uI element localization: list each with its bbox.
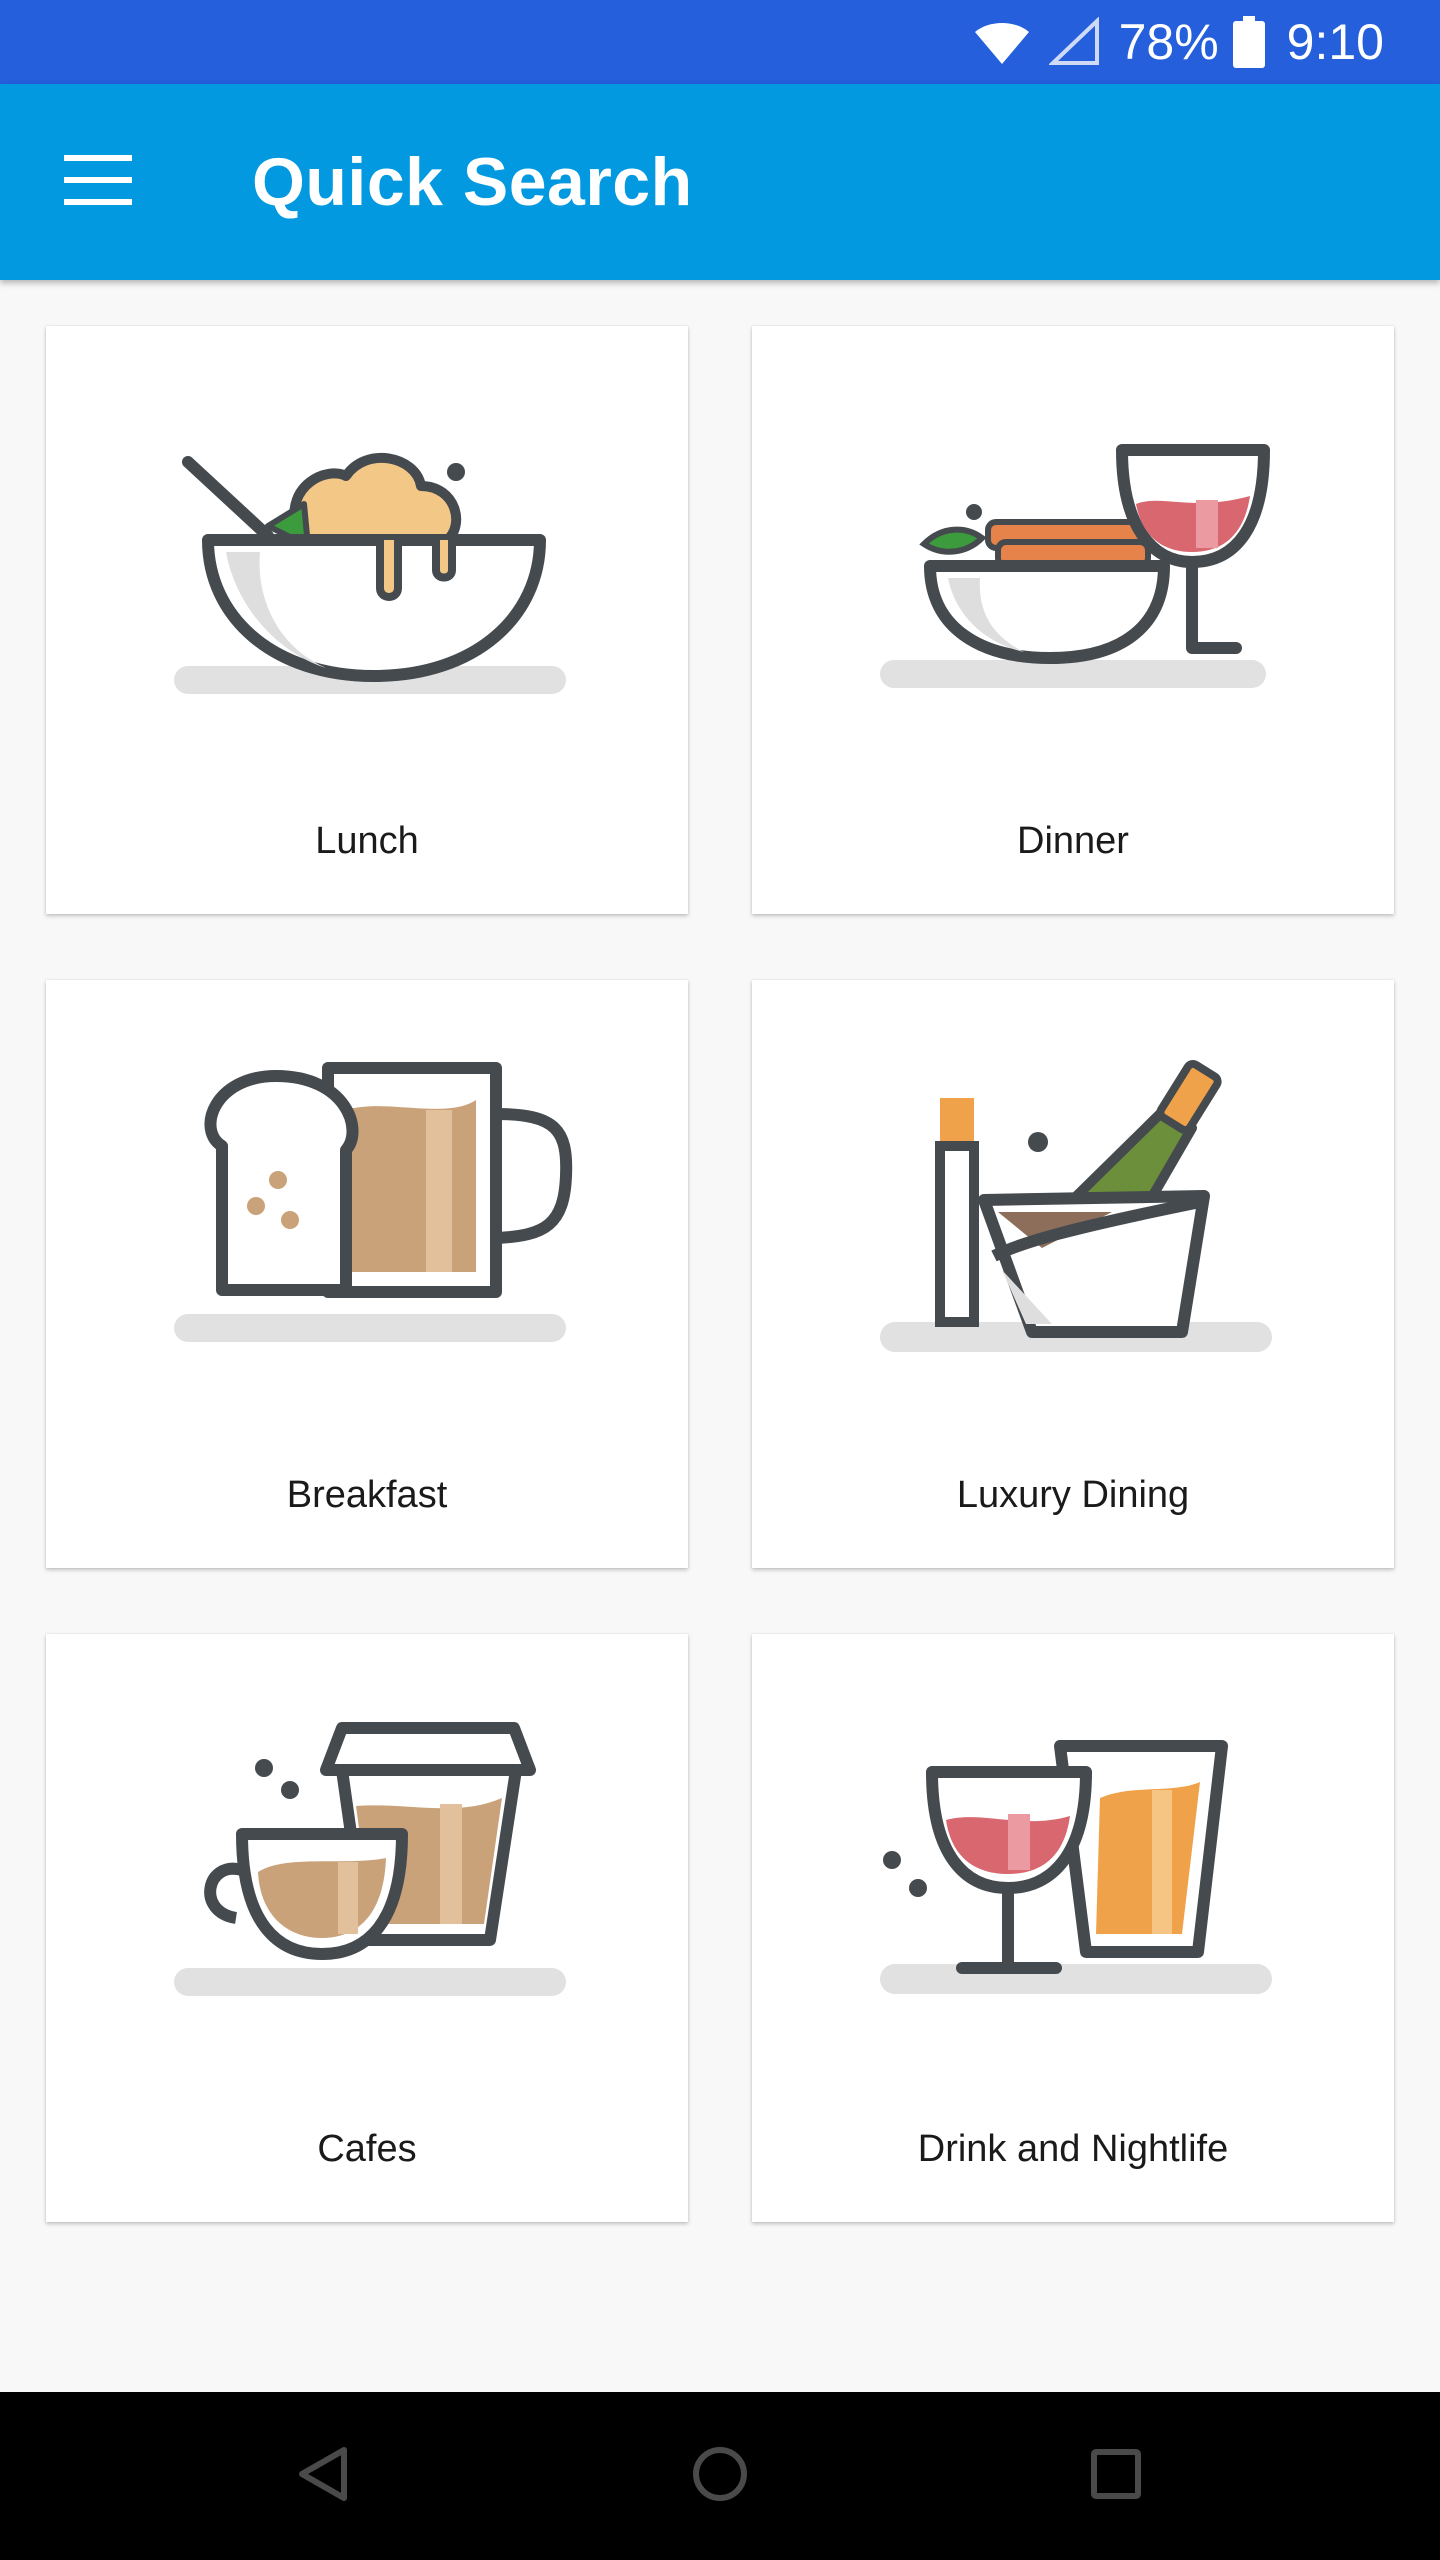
category-label: Drink and Nightlife <box>917 2128 1229 2170</box>
category-card-lunch[interactable]: Lunch <box>46 326 688 914</box>
wifi-icon <box>973 18 1031 66</box>
recents-button[interactable] <box>1066 2426 1166 2526</box>
coffee-cups-icon <box>46 1634 688 2104</box>
category-label: Breakfast <box>286 1474 448 1516</box>
category-card-dinner[interactable]: Dinner <box>752 326 1394 914</box>
category-card-luxury-dining[interactable]: Luxury Dining <box>752 980 1394 1568</box>
category-card-cafes[interactable]: Cafes <box>46 1634 688 2222</box>
app-bar: Quick Search <box>0 84 1440 280</box>
page-title: Quick Search <box>252 144 693 220</box>
status-bar: 78% 9:10 <box>0 0 1440 84</box>
toast-and-mug-icon <box>46 980 688 1450</box>
category-label: Cafes <box>317 2128 417 2170</box>
category-label: Dinner <box>1017 820 1129 862</box>
back-button[interactable] <box>272 2426 372 2526</box>
champagne-bucket-icon <box>752 980 1394 1450</box>
cell-signal-icon <box>1048 17 1101 67</box>
category-card-drink-and-nightlife[interactable]: Drink and Nightlife <box>752 1634 1394 2222</box>
status-icons: 78% 9:10 <box>973 0 1384 84</box>
plate-and-wine-icon <box>752 326 1394 796</box>
category-grid: Lunch Dinner Breakfast Luxury Dining Caf… <box>0 280 1440 2392</box>
recents-icon <box>1088 2446 1144 2507</box>
home-icon <box>690 2444 750 2509</box>
battery-icon <box>1232 16 1265 68</box>
menu-button[interactable] <box>48 134 148 230</box>
category-label: Luxury Dining <box>956 1474 1190 1516</box>
clock: 9:10 <box>1286 14 1384 70</box>
navigation-bar <box>0 2392 1440 2560</box>
home-button[interactable] <box>670 2426 770 2526</box>
category-card-breakfast[interactable]: Breakfast <box>46 980 688 1568</box>
hamburger-menu-icon <box>64 154 132 210</box>
salad-bowl-icon <box>46 326 688 796</box>
back-icon <box>294 2444 350 2509</box>
wine-and-beer-icon <box>752 1634 1394 2104</box>
battery-level: 78% <box>1118 14 1219 70</box>
category-label: Lunch <box>315 820 419 862</box>
